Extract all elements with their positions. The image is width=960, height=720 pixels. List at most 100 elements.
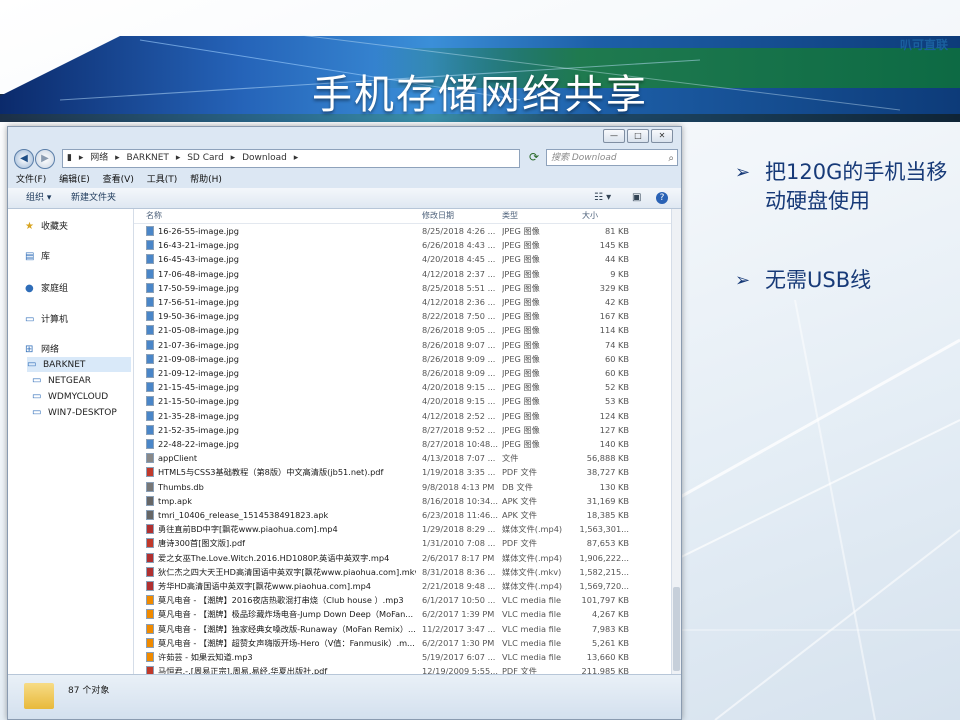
preview-pane-icon[interactable]: ▣ xyxy=(632,192,641,204)
file-row[interactable]: 19-50-36-image.jpg 8/22/2018 7:50 ... JPEG… xyxy=(134,309,671,323)
arrow-bullet-icon: ➢ xyxy=(735,270,751,291)
file-row[interactable]: 勇往直前BD中字[飘花www.piaohua.com].mp4 1/29/2018… xyxy=(134,522,671,536)
file-name: 21-52-35-image.jpg xyxy=(158,424,239,435)
forward-button[interactable]: ▶ xyxy=(35,149,55,169)
breadcrumb-host[interactable]: BARKNET xyxy=(127,153,169,163)
file-name: tmri_10406_release_1514538491823.apk xyxy=(158,510,329,520)
file-icon xyxy=(146,510,154,520)
file-row[interactable]: 狄仁杰之四大天王HD高清国语中英双字[飘花www.piaohua.com].mk… xyxy=(134,565,671,579)
file-row[interactable]: 16-45-43-image.jpg 4/20/2018 4:45 ... JPEG… xyxy=(134,252,671,266)
file-icon xyxy=(146,666,154,674)
minimize-button[interactable]: — xyxy=(603,129,625,143)
breadcrumb-sep: ▸ xyxy=(78,153,84,163)
breadcrumb-sep: ▸ xyxy=(293,153,299,163)
new-folder-button[interactable]: 新建文件夹 xyxy=(71,188,116,208)
file-row[interactable]: 21-05-08-image.jpg 8/26/2018 9:05 ... JPEG… xyxy=(134,323,671,337)
file-type: VLC media file xyxy=(502,609,562,620)
file-row[interactable]: 莫凡电音 - 【潮牌】2016夜店热歌混打串烧（Club house ）.mp3… xyxy=(134,593,671,607)
organize-button[interactable]: 组织 ▾ xyxy=(26,188,51,208)
file-size: 13,660 KB xyxy=(586,652,629,662)
search-icon[interactable]: ⌕ xyxy=(668,150,674,167)
file-row[interactable]: 莫凡电音 - 【潮牌】超赞女声嗨版开场-Hero（V值：Fanmusik）.m.… xyxy=(134,636,671,650)
file-size: 1,906,222... xyxy=(579,552,629,563)
file-type: VLC media file xyxy=(502,637,562,648)
breadcrumb-network[interactable]: 网络 xyxy=(90,153,108,163)
file-row[interactable]: 莫凡电音 - 【潮牌】独家经典女嗓改版-Runaway（MoFan Remix）… xyxy=(134,622,671,636)
nav-host-netgear[interactable]: ▭ NETGEAR xyxy=(32,373,91,388)
file-row[interactable]: 21-35-28-image.jpg 4/12/2018 2:52 ... JPEG… xyxy=(134,409,671,423)
computer-icon: ▭ xyxy=(32,375,42,386)
refresh-icon[interactable]: ⟳ xyxy=(524,149,544,166)
file-row[interactable]: 16-26-55-image.jpg 8/25/2018 4:26 ... JPEG… xyxy=(134,224,671,238)
menu-view[interactable]: 查看(V) xyxy=(103,172,134,188)
column-header-date[interactable]: 修改日期 xyxy=(422,209,454,223)
address-bar[interactable]: ▮ ▸ 网络 ▸ BARKNET ▸ SD Card ▸ Download ▸ xyxy=(62,149,520,168)
column-header-row: 名称 修改日期 类型 大小 xyxy=(134,209,671,224)
file-row[interactable]: 唐诗300首[图文版].pdf 1/31/2010 7:08 ... PDF 文件 8… xyxy=(134,536,671,550)
nav-host-barknet[interactable]: ▭ BARKNET xyxy=(27,357,131,372)
file-row[interactable]: 16-43-21-image.jpg 6/26/2018 4:43 ... JPEG… xyxy=(134,238,671,252)
menu-help[interactable]: 帮助(H) xyxy=(190,172,222,188)
file-size: 101,797 KB xyxy=(581,595,629,606)
menu-edit[interactable]: 编辑(E) xyxy=(59,172,90,188)
file-row[interactable]: appClient 4/13/2018 7:07 ... 文件 56,888 KB xyxy=(134,451,671,465)
file-date: 6/2/2017 1:30 PM xyxy=(422,637,495,648)
computer-icon: ▭ xyxy=(27,359,37,370)
file-name: 16-43-21-image.jpg xyxy=(158,240,239,251)
file-row[interactable]: 17-56-51-image.jpg 4/12/2018 2:36 ... JPEG… xyxy=(134,295,671,309)
file-list: 名称 修改日期 类型 大小 16-26-55-image.jpg 8/25/201… xyxy=(134,209,671,674)
file-icon xyxy=(146,325,154,336)
nav-host-win7-desktop[interactable]: ▭ WIN7-DESKTOP xyxy=(32,405,117,420)
help-icon[interactable]: ? xyxy=(656,192,668,204)
close-button[interactable]: ✕ xyxy=(651,129,673,143)
file-row[interactable]: Thumbs.db 9/8/2018 4:13 PM DB 文件 130 KB xyxy=(134,480,671,494)
file-date: 8/31/2018 8:36 ... xyxy=(422,566,496,577)
file-icon xyxy=(146,439,154,449)
file-row[interactable]: 17-50-59-image.jpg 8/25/2018 5:51 ... JPEG… xyxy=(134,281,671,295)
vertical-scrollbar[interactable] xyxy=(671,209,681,674)
file-row[interactable]: 莫凡电音 - 【潮牌】极品珍藏炸场电音-Jump Down Deep（MoFan… xyxy=(134,607,671,621)
nav-host-wdmycloud[interactable]: ▭ WDMYCLOUD xyxy=(32,389,108,404)
file-date: 8/25/2018 4:26 ... xyxy=(422,226,496,236)
file-row[interactable]: 许茹芸 - 如果云知道.mp3 5/19/2017 6:07 ... VLC med… xyxy=(134,650,671,664)
breadcrumb-sdcard[interactable]: SD Card xyxy=(187,153,224,163)
maximize-button[interactable]: □ xyxy=(627,129,649,143)
file-row[interactable]: 21-09-08-image.jpg 8/26/2018 9:09 ... JPEG… xyxy=(134,352,671,366)
view-options-icon[interactable]: ☷ ▾ xyxy=(594,192,611,204)
column-header-name[interactable]: 名称 xyxy=(146,209,162,223)
column-header-size[interactable]: 大小 xyxy=(582,209,598,223)
folder-icon: ▮ xyxy=(67,153,72,163)
file-size: 1,569,720... xyxy=(579,581,629,591)
file-row[interactable]: 爱之女巫The.Love.Witch.2016.HD1080P.英语中英双字.m… xyxy=(134,551,671,565)
file-name: 爱之女巫The.Love.Witch.2016.HD1080P.英语中英双字.m… xyxy=(158,552,390,563)
menu-tools[interactable]: 工具(T) xyxy=(147,172,178,188)
column-header-type[interactable]: 类型 xyxy=(502,209,518,223)
menu-file[interactable]: 文件(F) xyxy=(16,172,46,188)
file-name: 21-15-45-image.jpg xyxy=(158,382,239,393)
file-date: 8/25/2018 5:51 ... xyxy=(422,282,496,293)
file-row[interactable]: 马恒君.-.[周易正宗].周易.易经.华夏出版社.pdf 12/19/2009 5… xyxy=(134,664,671,674)
file-row[interactable]: tmri_10406_release_1514538491823.apk 6/23… xyxy=(134,508,671,522)
file-row[interactable]: 21-15-50-image.jpg 4/20/2018 9:15 ... JPEG… xyxy=(134,394,671,408)
file-row[interactable]: 21-07-36-image.jpg 8/26/2018 9:07 ... JPEG… xyxy=(134,338,671,352)
file-row[interactable]: 21-09-12-image.jpg 8/26/2018 9:09 ... JPEG… xyxy=(134,366,671,380)
breadcrumb-download[interactable]: Download xyxy=(242,153,287,163)
file-row[interactable]: HTML5与CSS3基础教程（第8版）中文高清版(jb51.net).pdf 1/… xyxy=(134,465,671,479)
nav-libraries[interactable]: ▤ 库 xyxy=(25,249,50,264)
scrollbar-thumb[interactable] xyxy=(673,587,680,671)
file-row[interactable]: 21-15-45-image.jpg 4/20/2018 9:15 ... JPEG… xyxy=(134,380,671,394)
nav-network[interactable]: ⊞ 网络 xyxy=(25,342,59,357)
file-row[interactable]: 21-52-35-image.jpg 8/27/2018 9:52 ... JPEG… xyxy=(134,423,671,437)
file-row[interactable]: 芳华HD高清国语中英双字[飘花www.piaohua.com].mp4 2/21/… xyxy=(134,579,671,593)
search-input[interactable]: 搜索 Download ⌕ xyxy=(546,149,678,166)
file-name: 16-26-55-image.jpg xyxy=(158,226,239,236)
menu-bar: 文件(F) 编辑(E) 查看(V) 工具(T) 帮助(H) xyxy=(8,172,681,188)
nav-favorites[interactable]: ★ 收藏夹 xyxy=(25,219,68,234)
back-button[interactable]: ◀ xyxy=(14,149,34,169)
nav-computer[interactable]: ▭ 计算机 xyxy=(25,312,68,327)
file-icon xyxy=(146,623,154,634)
file-row[interactable]: 22-48-22-image.jpg 8/27/2018 10:48... JPEG… xyxy=(134,437,671,451)
file-row[interactable]: tmp.apk 8/16/2018 10:34... APK 文件 31,169 KB xyxy=(134,494,671,508)
nav-homegroup[interactable]: ● 家庭组 xyxy=(25,281,68,296)
file-row[interactable]: 17-06-48-image.jpg 4/12/2018 2:37 ... JPEG… xyxy=(134,267,671,281)
